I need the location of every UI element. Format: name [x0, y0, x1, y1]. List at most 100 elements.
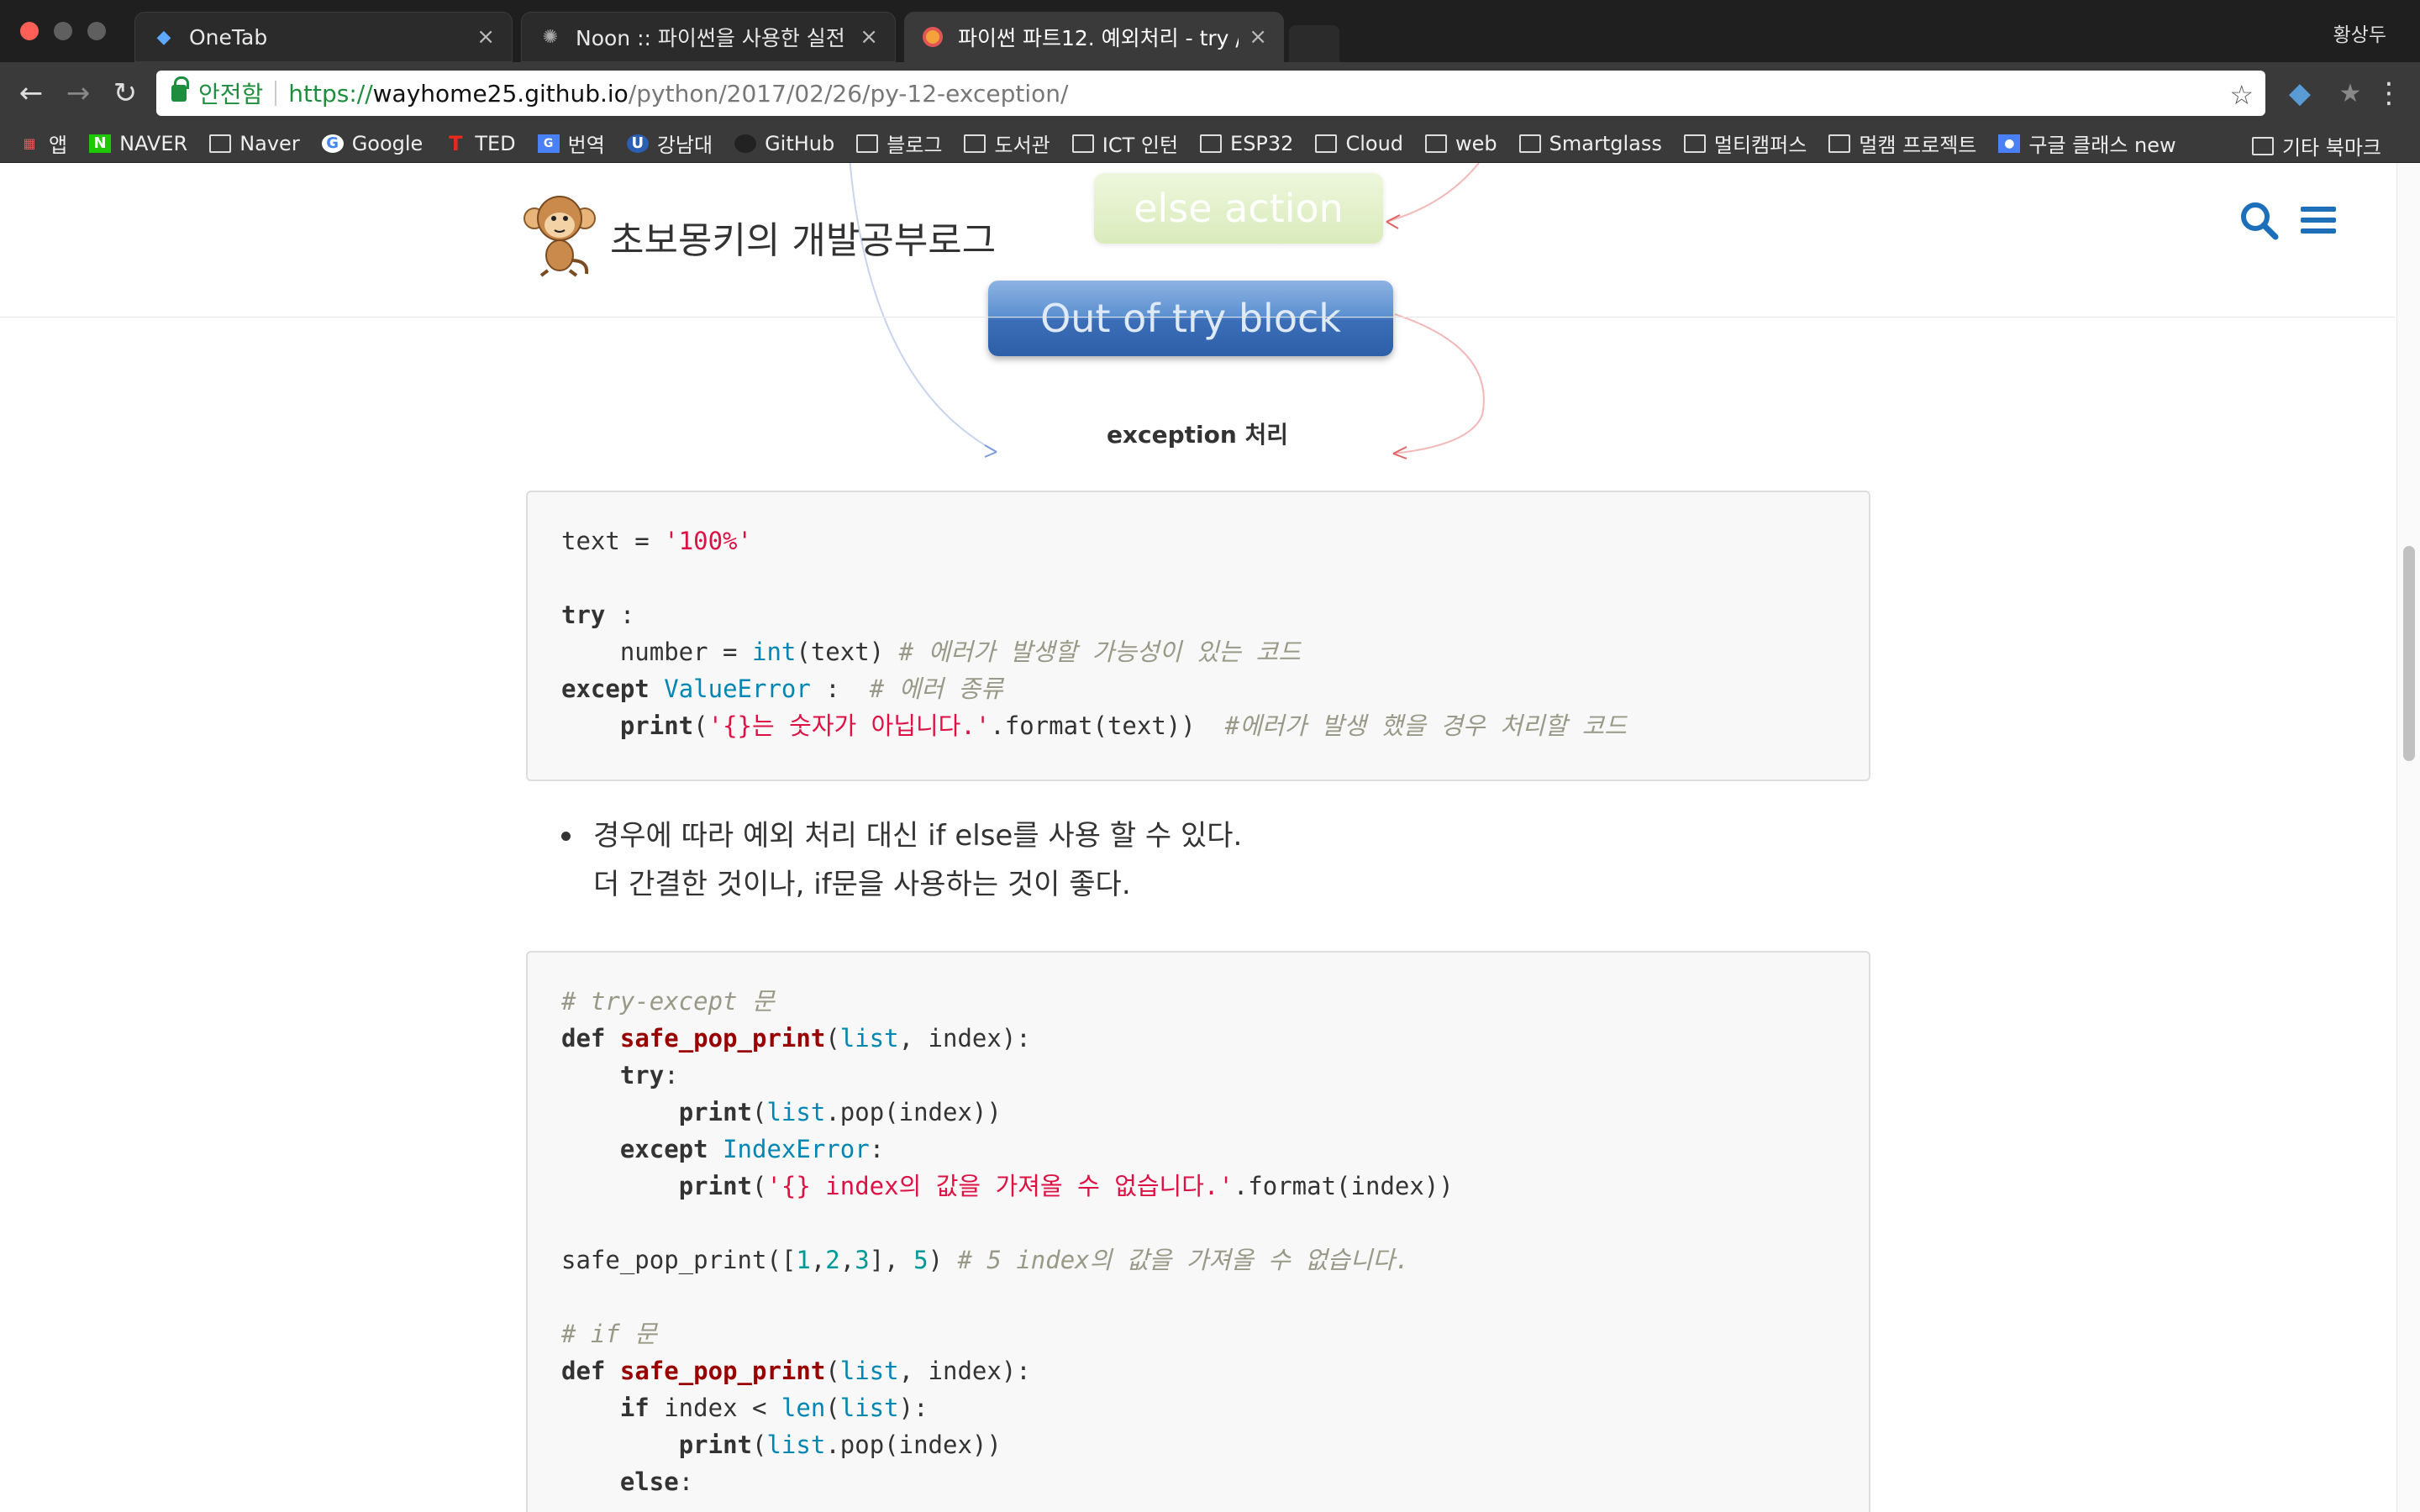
- profile-name[interactable]: 황상두: [2333, 18, 2386, 47]
- url-scheme: https://: [288, 79, 373, 108]
- github-icon: [734, 134, 757, 153]
- bookmark-folder-project[interactable]: 멀캠 프로젝트: [1828, 129, 1976, 158]
- bookmark-folder-library[interactable]: 도서관: [964, 129, 1050, 158]
- code-line: # try-except 문: [561, 987, 775, 1016]
- bookmark-folder-naver[interactable]: Naver: [209, 132, 300, 155]
- figure-caption: exception 처리: [1106, 421, 1289, 449]
- site-header: 초보몽키의 개발공부로그: [0, 163, 2395, 318]
- classroom-icon: ●: [1998, 134, 2021, 153]
- bookmark-classroom[interactable]: ● 구글 클래스 new: [1998, 129, 2176, 158]
- naver-icon: N: [89, 134, 112, 153]
- secure-label: 안전함: [198, 81, 264, 108]
- bookmark-folder-esp32[interactable]: ESP32: [1200, 132, 1293, 155]
- close-window-button[interactable]: [20, 22, 39, 40]
- university-icon: U: [626, 134, 649, 153]
- folder-icon: [1683, 134, 1706, 153]
- bookmark-apps[interactable]: ▦ 앱: [18, 129, 67, 158]
- bookmark-google[interactable]: G Google: [321, 132, 423, 155]
- tab-label: Noon :: 파이썬을 사용한 실전 스레드: [576, 26, 850, 50]
- zoom-window-button[interactable]: [87, 22, 106, 40]
- list-item: 경우에 따라 예외 처리 대신 if else를 사용 할 수 있다. 더 간결한…: [558, 811, 1242, 909]
- site-title[interactable]: 초보몽키의 개발공부로그: [610, 210, 996, 264]
- bookmark-folder-web[interactable]: web: [1425, 132, 1497, 155]
- address-bar[interactable]: 안전함 https:// wayhome25.github.io /python…: [156, 71, 2265, 116]
- code-line: # if 문: [561, 1320, 657, 1348]
- folder-icon: [1828, 134, 1851, 153]
- code-line: try:: [619, 1061, 679, 1089]
- bullet-list: 경우에 따라 예외 처리 대신 if else를 사용 할 수 있다. 더 간결한…: [558, 811, 1242, 909]
- bookmark-ted[interactable]: T TED: [445, 131, 516, 155]
- code-line: def safe_pop_print(list, index):: [561, 1024, 1031, 1053]
- code-line: print('{}는 숫자가 아닙니다.'.format(text)) #에러가…: [619, 711, 1627, 740]
- code-line: try :: [561, 601, 635, 629]
- folder-icon: [1425, 134, 1448, 153]
- page-scrollbar[interactable]: [2396, 163, 2420, 1512]
- scrollbar-thumb[interactable]: [2403, 546, 2415, 761]
- bookmark-folder-blog[interactable]: 블로그: [856, 129, 942, 158]
- more-menu-icon[interactable]: ⋮: [2375, 74, 2403, 113]
- bookmark-other[interactable]: 기타 북마크: [2251, 131, 2381, 160]
- lock-icon: [171, 76, 189, 102]
- tab-label: OneTab: [189, 24, 268, 50]
- code-line: safe_pop_print([1,2,3], 5) # 5 index의 값을…: [561, 1246, 1410, 1274]
- tab-label: 파이썬 파트12. 예외처리 - try / exc: [958, 26, 1239, 50]
- bookmark-folder-multicampus[interactable]: 멀티캠퍼스: [1683, 129, 1807, 158]
- web-page: else action Out of try block 초보몽키의 개발공부로…: [0, 163, 2420, 1512]
- blog-icon: [921, 25, 944, 49]
- bookmark-folder-smartglass[interactable]: Smartglass: [1518, 132, 1662, 155]
- bookmark-naver[interactable]: N NAVER: [89, 132, 187, 155]
- close-icon[interactable]: ×: [1249, 24, 1267, 50]
- extension-star-icon[interactable]: ★: [2331, 74, 2370, 113]
- code-block-safe-pop: # try-except 문 def safe_pop_print(list, i…: [526, 951, 1870, 1512]
- close-icon[interactable]: ×: [476, 24, 495, 50]
- bookmarks-bar: ▦ 앱 N NAVER Naver G Google T TED G 번역 U 강남대 Gi…: [0, 124, 2420, 163]
- code-line: print(list.pop(index)): [678, 1098, 1002, 1126]
- close-icon[interactable]: ×: [860, 24, 878, 50]
- tab-active-blog[interactable]: 파이썬 파트12. 예외처리 - try / exc ×: [904, 12, 1284, 62]
- code-line: text = '100%': [561, 527, 752, 555]
- folder-icon: [1071, 134, 1094, 153]
- folder-icon: [964, 134, 986, 153]
- code-line: def safe_pop_print(list, index):: [561, 1357, 1031, 1385]
- folder-icon: [1200, 134, 1223, 153]
- google-icon: G: [321, 134, 344, 153]
- bookmark-kangnam[interactable]: U 강남대: [626, 129, 713, 158]
- translate-icon: G: [537, 134, 560, 153]
- hamburger-menu-icon[interactable]: [2301, 207, 2336, 235]
- folder-icon: [856, 134, 879, 153]
- bookmark-github[interactable]: GitHub: [734, 132, 834, 155]
- folder-icon: [2251, 136, 2274, 155]
- new-tab-button[interactable]: [1289, 25, 1339, 62]
- forward-arrow-icon[interactable]: →: [59, 74, 97, 113]
- url-host: wayhome25.github.io: [372, 79, 629, 108]
- folder-icon: [1315, 134, 1338, 153]
- reload-icon[interactable]: ↻: [106, 74, 145, 113]
- apps-icon: ▦: [23, 135, 36, 151]
- folder-icon: [1518, 134, 1541, 153]
- code-line: print('{} index의 값을 가져올 수 없습니다.'.format(…: [678, 1172, 1454, 1200]
- tab-onetab[interactable]: ◆ OneTab ×: [134, 12, 513, 62]
- folder-icon: [209, 134, 232, 153]
- search-icon[interactable]: [2238, 200, 2279, 240]
- noon-icon: ✺: [542, 26, 559, 48]
- bookmark-folder-ict[interactable]: ICT 인턴: [1071, 129, 1178, 158]
- bookmark-star-icon[interactable]: ☆: [2229, 79, 2254, 111]
- onetab-icon: ◆: [156, 26, 171, 48]
- code-line: except ValueError : # 에러 종류: [561, 675, 1003, 703]
- tab-noon[interactable]: ✺ Noon :: 파이썬을 사용한 실전 스레드 ×: [521, 12, 896, 62]
- code-line: except IndexError:: [619, 1135, 885, 1163]
- bookmark-translate[interactable]: G 번역: [537, 129, 605, 158]
- monkey-logo-icon[interactable]: [523, 193, 597, 277]
- ted-icon: T: [449, 131, 463, 155]
- code-line: else:: [619, 1467, 694, 1496]
- url-path: /python/2017/02/26/py-12-exception/: [628, 79, 1069, 108]
- minimize-window-button[interactable]: [54, 22, 72, 40]
- back-arrow-icon[interactable]: ←: [12, 74, 50, 113]
- code-line: if index < len(list):: [619, 1394, 929, 1422]
- onetab-extension-icon[interactable]: ◆: [2281, 74, 2319, 113]
- divider: [275, 81, 277, 106]
- bookmark-folder-cloud[interactable]: Cloud: [1315, 132, 1403, 155]
